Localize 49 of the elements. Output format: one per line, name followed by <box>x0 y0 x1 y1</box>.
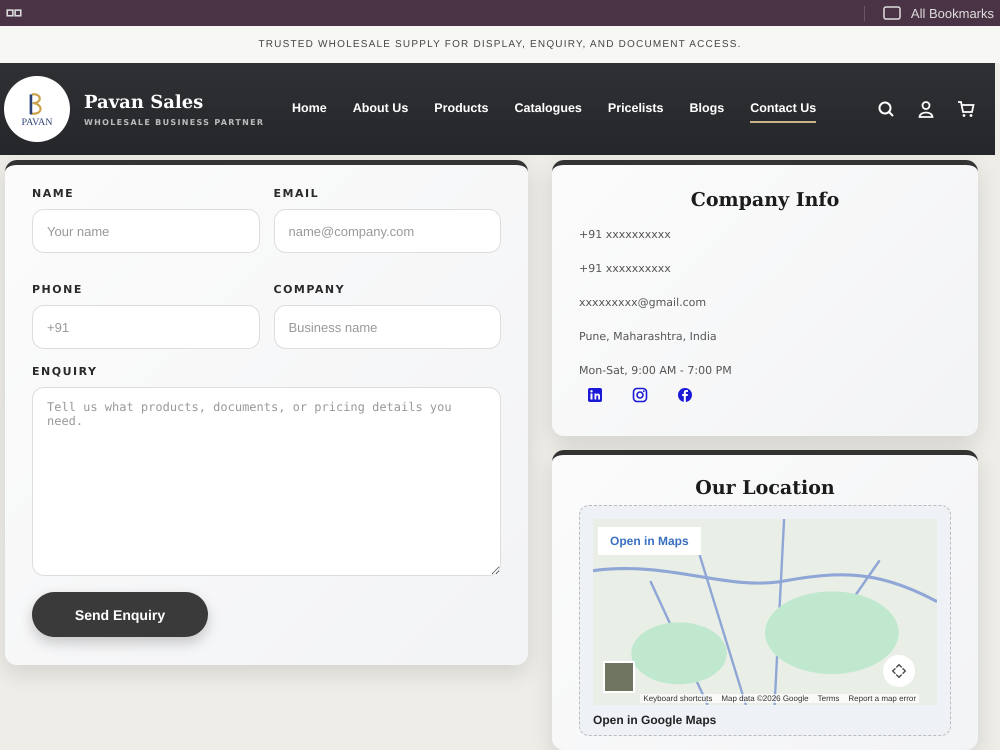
nav-link[interactable]: About Us <box>352 95 408 123</box>
map-placeholder[interactable]: Open in Maps Keyboard shortcuts Map data ©2026 Google Terms Report a map error <box>593 519 937 705</box>
field-label: COMPANY <box>274 283 346 296</box>
nav-link[interactable]: Pricelists <box>608 95 664 123</box>
card-title: Company Info <box>690 189 840 211</box>
enquiry-textarea[interactable]: Tell us what products, documents, or pricing details you need. <box>32 387 501 576</box>
open-in-maps-link[interactable]: Open in Maps <box>598 527 701 555</box>
cart-icon[interactable] <box>957 100 975 118</box>
facebook-icon[interactable] <box>677 387 693 403</box>
nav-link[interactable]: Products <box>434 95 488 123</box>
input-field[interactable]: Business name <box>274 305 501 349</box>
contact-detail: +91 xxxxxxxxxx <box>579 261 672 277</box>
contact-detail: +91 xxxxxxxxxx <box>579 227 672 243</box>
map-footer-link[interactable]: Map data ©2026 Google <box>721 694 809 703</box>
contact-detail: Mon-Sat, 9:00 AM - 7:00 PM <box>579 363 733 379</box>
send-enquiry-button[interactable]: Send Enquiry <box>32 592 208 637</box>
logo-badge[interactable]: PAVAN <box>4 76 70 142</box>
map-footer-link[interactable]: Terms <box>818 694 840 703</box>
input-field[interactable]: name@company.com <box>274 209 501 253</box>
logo-text: PAVAN <box>22 116 52 128</box>
nav-link[interactable]: Catalogues <box>514 95 582 123</box>
field-label: ENQUIRY <box>32 365 98 378</box>
satellite-toggle[interactable] <box>603 661 635 693</box>
field-label: PHONE <box>32 283 84 296</box>
contact-detail: Pune, Maharashtra, India <box>579 329 718 345</box>
announcement-bar: TRUSTED WHOLESALE SUPPLY FOR DISPLAY, ENQUIRY, AND DOCUMENT ACCESS. <box>0 26 1000 63</box>
contact-detail: xxxxxxxxx@gmail.com <box>579 295 708 311</box>
folder-icon <box>882 6 901 20</box>
instagram-icon[interactable] <box>632 387 648 403</box>
input-field[interactable]: Your name <box>32 209 260 253</box>
open-in-google-maps-link[interactable]: Open in Google Maps <box>593 705 937 735</box>
card-title: Our Location <box>694 477 836 499</box>
search-icon[interactable] <box>877 100 895 118</box>
brand-name[interactable]: Pavan Sales <box>84 92 274 112</box>
linkedin-icon[interactable] <box>587 387 603 403</box>
map-footer-link[interactable]: Keyboard shortcuts <box>643 694 712 703</box>
map-footer-link[interactable]: Report a map error <box>848 694 916 703</box>
nav-link[interactable]: Blogs <box>689 95 724 123</box>
apps-grid-icon[interactable] <box>6 8 22 18</box>
field-label: EMAIL <box>274 187 320 200</box>
all-bookmarks-link[interactable]: All Bookmarks <box>910 6 994 20</box>
fullscreen-button[interactable] <box>883 655 915 687</box>
nav-link[interactable]: Contact Us <box>750 95 816 123</box>
input-field[interactable]: +91 <box>32 305 260 349</box>
expand-arrows-icon <box>890 662 908 680</box>
field-label: NAME <box>32 187 76 200</box>
brand-tagline: WHOLESALE BUSINESS PARTNER <box>84 118 266 126</box>
user-icon[interactable] <box>917 100 935 118</box>
nav-link[interactable]: Home <box>292 95 327 123</box>
